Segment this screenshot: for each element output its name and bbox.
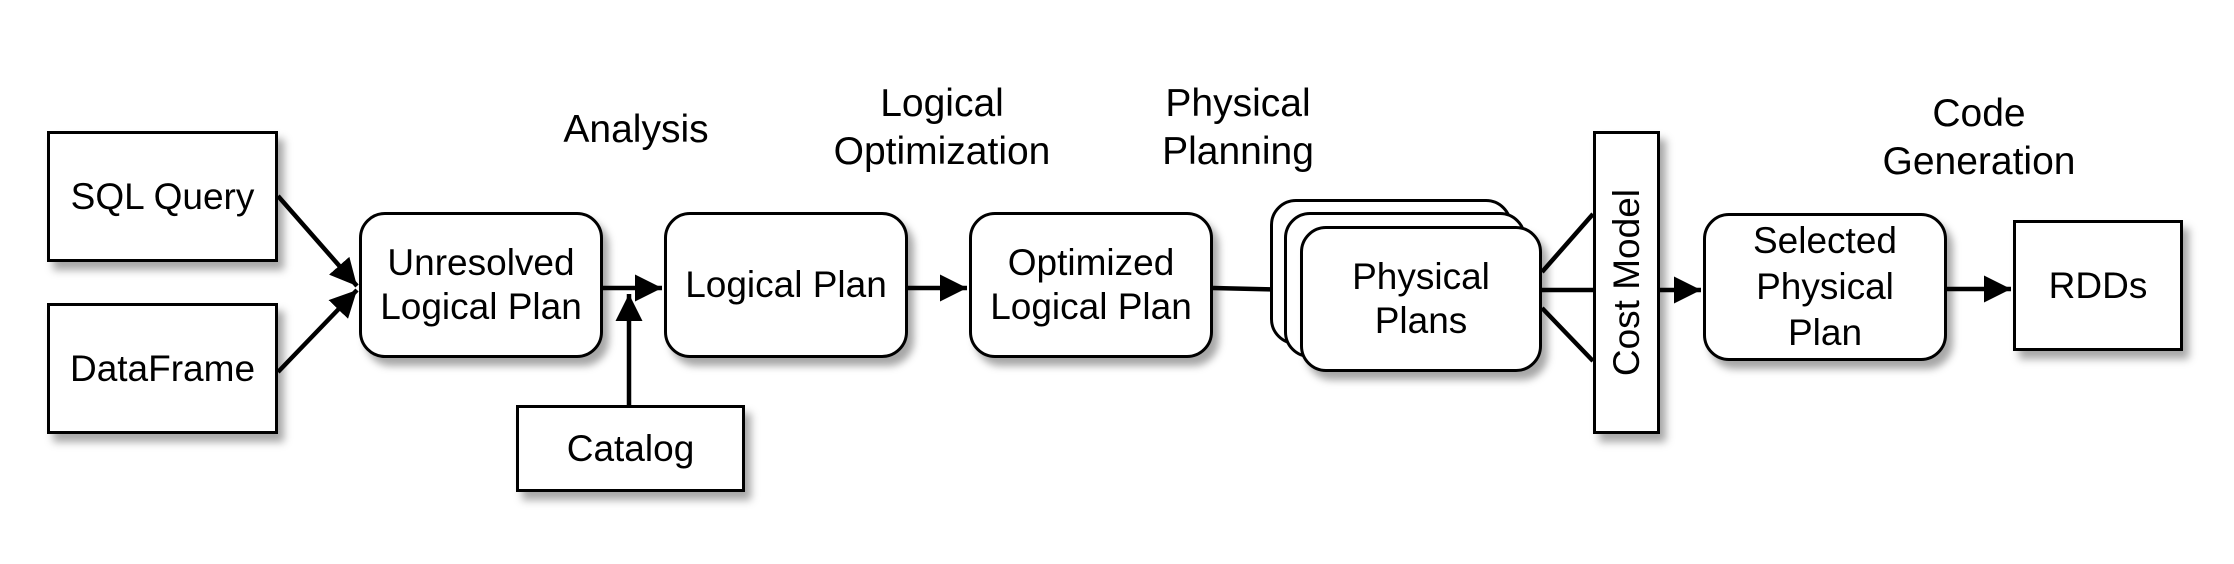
physical-plans-label: Physical Plans [1352, 256, 1490, 341]
unresolved-logical-plan-box: Unresolved Logical Plan [359, 212, 603, 358]
selected-physical-plan-label: Selected Physical Plan [1753, 220, 1897, 353]
catalog-box: Catalog [516, 405, 745, 492]
edge-physical-to-cost-upper [1540, 212, 1595, 274]
cost-model-label: Cost Model [1605, 188, 1647, 377]
stage-label-logical-optimization: Logical Optimization [833, 82, 1051, 173]
physical-plans-box: Physical Plans [1300, 226, 1542, 372]
stage-label-code-generation: Code Generation [1882, 92, 2076, 183]
cost-model-box: Cost Model [1593, 131, 1660, 434]
rdds-label: RDDs [2048, 264, 2148, 306]
edge-sql-to-unresolved [276, 194, 359, 288]
catalog-label: Catalog [566, 427, 695, 469]
dataframe-label: DataFrame [69, 347, 256, 389]
edge-dataframe-to-unresolved [276, 288, 359, 374]
stage-label-physical-planning: Physical Planning [1162, 82, 1314, 173]
dataframe-box: DataFrame [47, 303, 278, 434]
unresolved-logical-plan-label: Unresolved Logical Plan [380, 242, 582, 327]
selected-physical-plan-box: Selected Physical Plan [1703, 213, 1947, 361]
sql-query-label: SQL Query [70, 175, 255, 217]
stage-label-analysis: Analysis [563, 108, 709, 151]
logical-plan-box: Logical Plan [664, 212, 908, 358]
logical-plan-label: Logical Plan [685, 264, 887, 305]
optimized-logical-plan-label: Optimized Logical Plan [990, 242, 1192, 327]
sql-query-box: SQL Query [47, 131, 278, 262]
rdds-box: RDDs [2013, 220, 2183, 351]
edge-physical-to-cost-lower [1540, 306, 1595, 363]
optimized-logical-plan-box: Optimized Logical Plan [969, 212, 1213, 358]
